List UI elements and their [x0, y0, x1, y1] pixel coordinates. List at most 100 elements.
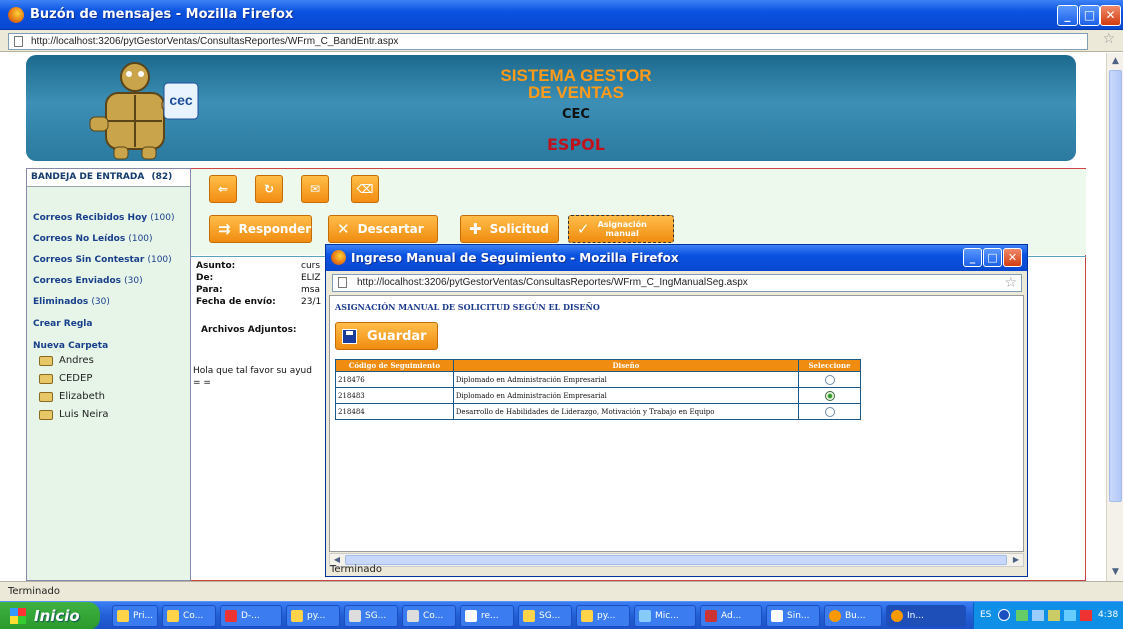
app-icon: [407, 610, 419, 622]
tray-icon[interactable]: [1080, 610, 1092, 621]
folder-icon: [39, 355, 53, 366]
select-radio[interactable]: [824, 374, 835, 385]
taskbar-item[interactable]: D-...: [220, 605, 282, 627]
espol-label: ESPOL: [547, 135, 605, 154]
folder-icon: [39, 391, 53, 402]
select-radio[interactable]: [824, 406, 835, 417]
reply-icon: ⇉: [218, 220, 231, 238]
folder-icon: [39, 409, 53, 420]
popup-maximize-button[interactable]: □: [983, 248, 1002, 267]
folder-item[interactable]: CEDEP: [39, 373, 92, 384]
scroll-down-icon[interactable]: ▼: [1108, 565, 1123, 580]
language-switch-icon[interactable]: [998, 609, 1010, 621]
design-name: Desarrollo de Habilidades de Liderazgo, …: [452, 403, 800, 420]
document-icon: [771, 610, 783, 622]
taskbar-item[interactable]: py...: [576, 605, 630, 627]
maximize-button[interactable]: □: [1079, 5, 1100, 26]
taskbar-item-active[interactable]: In...: [886, 605, 966, 627]
browser-titlebar[interactable]: Buzón de mensajes - Mozilla Firefox _ □ …: [0, 0, 1123, 30]
taskbar-item[interactable]: SG...: [518, 605, 572, 627]
popup-titlebar[interactable]: Ingreso Manual de Seguimiento - Mozilla …: [326, 245, 1027, 271]
firefox-icon: [331, 250, 346, 265]
vertical-scrollbar[interactable]: ▲ ▼: [1106, 53, 1123, 581]
manual-assign-button[interactable]: ✓ Asignación manual: [568, 215, 674, 243]
request-button[interactable]: ✚ Solicitud: [460, 215, 559, 243]
back-icon[interactable]: ⇐: [209, 175, 237, 203]
save-disk-icon: [342, 328, 357, 344]
popup-close-button[interactable]: ✕: [1003, 248, 1022, 267]
from-label: De:: [196, 273, 214, 283]
inbox-count: (82): [151, 172, 173, 182]
tray-icon[interactable]: [1064, 610, 1076, 621]
folder-item[interactable]: Luis Neira: [39, 409, 109, 420]
language-indicator[interactable]: ES: [980, 610, 991, 620]
taskbar-item[interactable]: Pri...: [112, 605, 158, 627]
folder-item[interactable]: Andres: [39, 355, 94, 366]
app-icon: [291, 610, 303, 622]
sidebar-item-sent[interactable]: Correos Enviados (30): [33, 276, 143, 286]
sidebar-item-new-folder[interactable]: Nueva Carpeta: [33, 341, 108, 351]
message-body: Hola que tal favor su ayud: [193, 366, 312, 376]
trash-icon[interactable]: ⌫: [351, 175, 379, 203]
browser-statusbar: Terminado: [0, 581, 1123, 601]
popup-address-input[interactable]: http://localhost:3206/pytGestorVentas/Co…: [332, 274, 1022, 292]
taskbar-item[interactable]: Ad...: [700, 605, 762, 627]
column-header: Código de Seguimiento: [335, 359, 454, 372]
save-button[interactable]: Guardar: [335, 322, 438, 350]
from-value: ELIZ: [301, 273, 321, 283]
address-bar-area: http://localhost:3206/pytGestorVentas/Co…: [0, 30, 1123, 52]
tracking-table: Código de Seguimiento Diseño Seleccione …: [335, 359, 861, 420]
app-icon: [705, 610, 717, 622]
app-icon: [639, 610, 651, 622]
folder-item[interactable]: Elizabeth: [39, 391, 105, 402]
popup-address-text: http://localhost:3206/pytGestorVentas/Co…: [357, 277, 748, 288]
select-cell: [798, 387, 861, 404]
taskbar-item[interactable]: Co...: [402, 605, 456, 627]
refresh-icon[interactable]: ↻: [255, 175, 283, 203]
select-cell: [798, 371, 861, 388]
sidebar-item-unanswered[interactable]: Correos Sin Contestar (100): [33, 255, 172, 265]
sidebar-item-unread[interactable]: Correos No Leídos (100): [33, 234, 153, 244]
address-text: http://localhost:3206/pytGestorVentas/Co…: [31, 36, 399, 47]
tray-icon[interactable]: [1048, 610, 1060, 621]
column-header: Diseño: [452, 359, 800, 372]
tray-icon[interactable]: [1016, 610, 1028, 621]
tray-icon[interactable]: [1032, 610, 1044, 621]
popup-statusbar: Terminado: [330, 564, 382, 575]
inbox-header[interactable]: BANDEJA DE ENTRADA (82): [27, 169, 190, 187]
sidebar-item-received-today[interactable]: Correos Recibidos Hoy (100): [33, 213, 174, 223]
address-input[interactable]: http://localhost:3206/pytGestorVentas/Co…: [8, 33, 1088, 50]
app-icon: [349, 610, 361, 622]
windows-logo-icon: [10, 608, 26, 624]
bookmark-star-icon[interactable]: ☆: [1102, 31, 1115, 47]
message-toolbar: ⇐ ↻ ✉ ⌫ ⇉ Responder ✕ Descartar ✚ Solicitud…: [191, 169, 1086, 255]
select-radio-selected[interactable]: [824, 390, 835, 401]
popup-heading: ASIGNACIÓN MANUAL DE SOLICITUD SEGÚN EL …: [335, 302, 600, 312]
desktop: Buzón de mensajes - Mozilla Firefox _ □ …: [0, 0, 1123, 629]
scroll-up-icon[interactable]: ▲: [1108, 54, 1123, 69]
bookmark-star-icon[interactable]: ☆: [1004, 275, 1017, 291]
taskbar-item[interactable]: SG...: [344, 605, 398, 627]
close-button[interactable]: ✕: [1100, 5, 1121, 26]
sidebar-item-deleted[interactable]: Eliminados (30): [33, 297, 110, 307]
table-row: 218484 Desarrollo de Habilidades de Lide…: [335, 403, 861, 420]
popup-minimize-button[interactable]: _: [963, 248, 982, 267]
browser-title: Buzón de mensajes - Mozilla Firefox: [30, 7, 294, 22]
sidebar-item-create-rule[interactable]: Crear Regla: [33, 319, 92, 329]
taskbar-item[interactable]: re...: [460, 605, 514, 627]
system-title-line2: DE VENTAS: [527, 83, 625, 102]
discard-button[interactable]: ✕ Descartar: [328, 215, 438, 243]
mail-icon[interactable]: ✉: [301, 175, 329, 203]
start-button[interactable]: Inicio: [0, 602, 100, 629]
taskbar-item[interactable]: Bu...: [824, 605, 882, 627]
app-icon: [581, 610, 593, 622]
popup-body: ASIGNACIÓN MANUAL DE SOLICITUD SEGÚN EL …: [329, 295, 1024, 552]
taskbar-item[interactable]: Sin...: [766, 605, 820, 627]
scroll-thumb[interactable]: [1109, 70, 1122, 502]
app-icon: [117, 610, 129, 622]
taskbar-item[interactable]: Co...: [162, 605, 216, 627]
taskbar-item[interactable]: py...: [286, 605, 340, 627]
minimize-button[interactable]: _: [1057, 5, 1078, 26]
reply-button[interactable]: ⇉ Responder: [209, 215, 312, 243]
taskbar-item[interactable]: Mic...: [634, 605, 696, 627]
